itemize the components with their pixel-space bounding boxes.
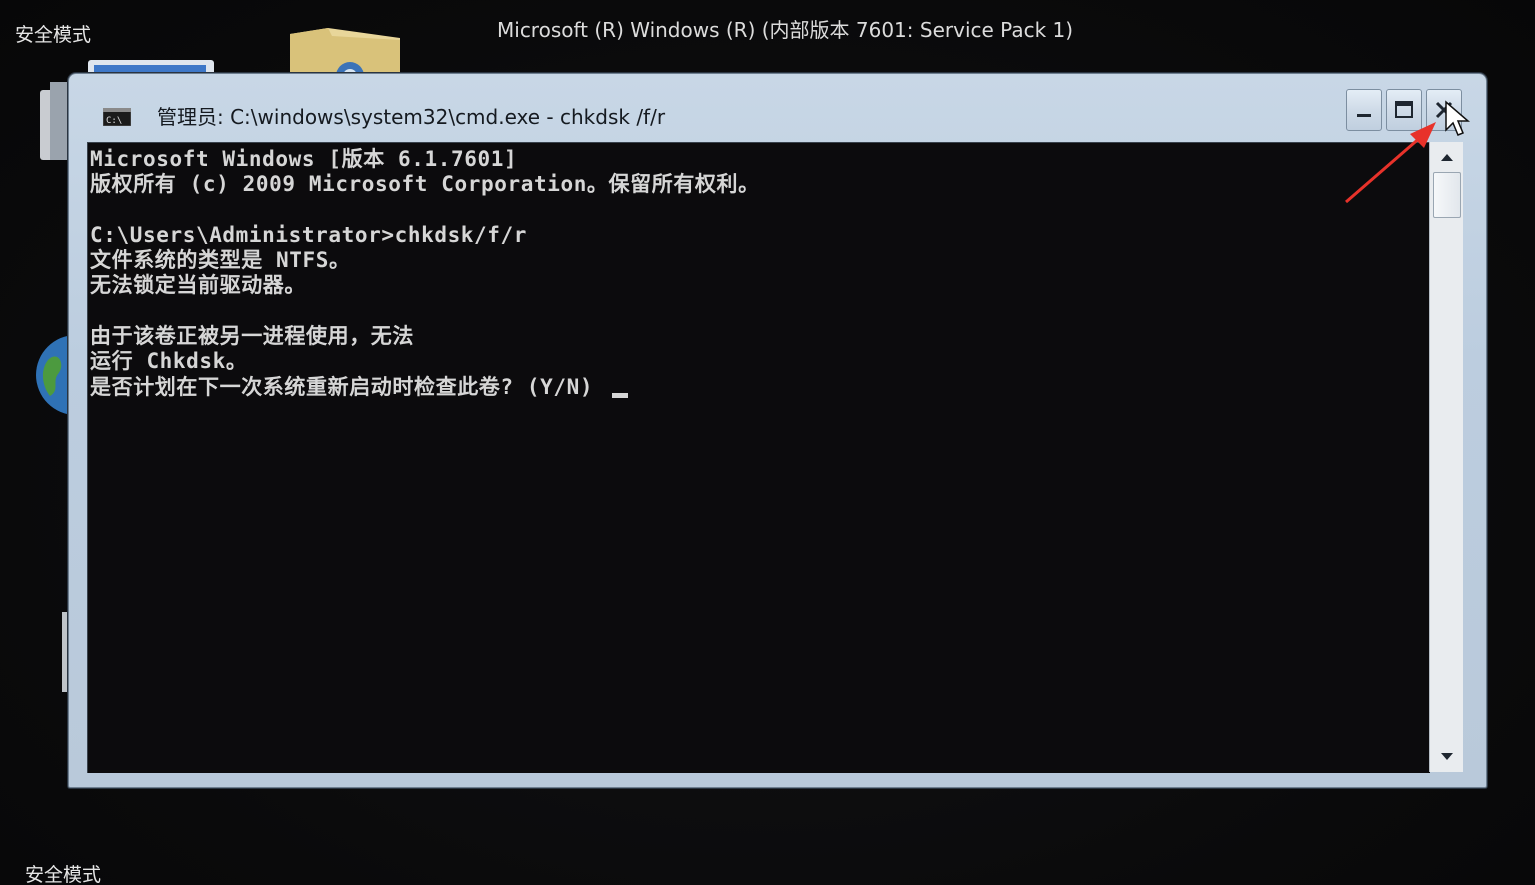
console-output[interactable]: Microsoft Windows [版本 6.1.7601] 版权所有 (c)… (87, 142, 1430, 773)
safe-mode-label-bottom: 安全模式 (25, 864, 102, 885)
console-line: 文件系统的类型是 NTFS。 (90, 248, 351, 273)
window-titlebar[interactable]: C:\ 管理员: C:\windows\system32\cmd.exe - c… (79, 84, 1474, 142)
svg-text:C:\: C:\ (106, 116, 122, 126)
console-prompt-line: 是否计划在下一次系统重新启动时检查此卷? (Y/N) (90, 374, 607, 399)
console-icon[interactable]: C:\ (102, 107, 132, 127)
console-line: 无法锁定当前驱动器。 (90, 273, 306, 298)
os-version-banner: Microsoft (R) Windows (R) (内部版本 7601: Se… (497, 18, 1074, 42)
console-line: 由于该卷正被另一进程使用，无法 (90, 324, 414, 349)
cmd-window[interactable]: C:\ 管理员: C:\windows\system32\cmd.exe - c… (68, 73, 1487, 788)
text-cursor (612, 392, 629, 398)
vertical-scrollbar[interactable] (1429, 142, 1463, 772)
console-text: Microsoft Windows [版本 6.1.7601] 版权所有 (c)… (90, 147, 760, 400)
window-title: 管理员: C:\windows\system32\cmd.exe - chkds… (157, 105, 666, 129)
scroll-down-button[interactable] (1433, 744, 1461, 770)
arrow-down-icon (1441, 753, 1453, 760)
desktop: 安全模式 Microsoft (R) Windows (R) (内部版本 760… (0, 0, 1535, 885)
console-line: 运行 Chkdsk。 (90, 349, 248, 374)
console-line: 版权所有 (c) 2009 Microsoft Corporation。保留所有… (90, 172, 760, 197)
console-line: Microsoft Windows [版本 6.1.7601] (90, 147, 518, 171)
annotation-arrow-icon (1345, 122, 1436, 204)
safe-mode-label-top: 安全模式 (15, 24, 92, 46)
mouse-pointer-icon (1445, 100, 1471, 136)
console-line: C:\Users\Administrator>chkdsk/f/r (90, 222, 528, 247)
